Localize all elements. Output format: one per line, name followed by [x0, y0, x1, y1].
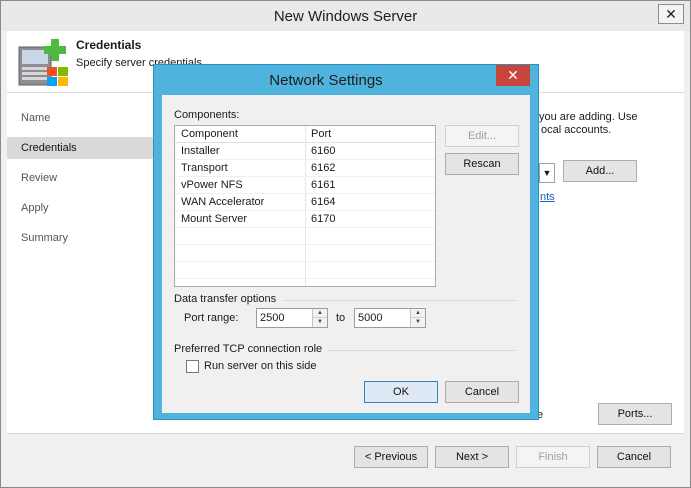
description-line-1: you are adding. Use [539, 111, 638, 123]
dialog-body: Components: Component Port Installer 616… [162, 95, 530, 413]
to-label: to [336, 312, 346, 324]
manage-accounts-link[interactable]: nts [540, 191, 555, 203]
component-cell: vPower NFS [181, 179, 243, 191]
dialog-cancel-button[interactable]: Cancel [445, 381, 519, 403]
credentials-description: you are adding. Use ocal accounts. [539, 111, 679, 137]
finish-button[interactable]: Finish [516, 446, 590, 468]
nav-item-apply[interactable]: Apply [7, 197, 171, 219]
port-cell: 6164 [311, 196, 336, 208]
data-transfer-group-label: Data transfer options [174, 293, 277, 305]
group-divider [328, 350, 516, 351]
rescan-button[interactable]: Rescan [445, 153, 519, 175]
nav-item-name[interactable]: Name [7, 107, 171, 129]
window-title: New Windows Server [273, 8, 418, 25]
add-credentials-button[interactable]: Add... [563, 160, 637, 182]
port-range-from-stepper[interactable]: 2500 ▲ ▼ [256, 308, 328, 328]
network-settings-dialog: Network Settings ✕ Components: Component… [153, 64, 539, 420]
port-cell: 6160 [311, 145, 336, 157]
component-cell: WAN Accelerator [181, 196, 265, 208]
chevron-down-icon[interactable]: ▼ [539, 163, 555, 183]
nav-item-summary[interactable]: Summary [7, 227, 171, 249]
run-server-label[interactable]: Run server on this side [204, 360, 317, 372]
dialog-close-icon[interactable]: ✕ [496, 65, 530, 86]
component-cell: Mount Server [181, 213, 248, 225]
footer-divider [7, 433, 684, 434]
previous-button[interactable]: < Previous [354, 446, 428, 468]
ports-button[interactable]: Ports... [598, 403, 672, 425]
header-title: Credentials [76, 38, 142, 52]
port-range-label: Port range: [184, 312, 239, 324]
port-cell: 6162 [311, 162, 336, 174]
wizard-steps-nav: Name Credentials Review Apply Summary [7, 93, 171, 433]
main-titlebar: New Windows Server ✕ [1, 1, 690, 31]
tcp-role-group-label: Preferred TCP connection role [174, 343, 323, 355]
table-row[interactable]: WAN Accelerator 6164 [175, 194, 435, 211]
increment-icon[interactable]: ▲ [411, 309, 425, 318]
cancel-button[interactable]: Cancel [597, 446, 671, 468]
edit-button[interactable]: Edit... [445, 125, 519, 147]
components-label: Components: [174, 109, 240, 121]
table-row[interactable]: Installer 6160 [175, 143, 435, 160]
group-divider [284, 300, 516, 301]
dialog-titlebar: Network Settings ✕ [154, 65, 538, 95]
nav-item-review[interactable]: Review [7, 167, 171, 189]
column-header-component[interactable]: Component [181, 128, 238, 140]
ok-button[interactable]: OK [364, 381, 438, 403]
empty-row [175, 228, 435, 245]
decrement-icon[interactable]: ▼ [313, 318, 327, 327]
table-row[interactable]: Mount Server 6170 [175, 211, 435, 228]
port-cell: 6170 [311, 213, 336, 225]
description-line-2: ocal accounts. [541, 124, 612, 136]
component-cell: Transport [181, 162, 228, 174]
close-icon[interactable]: ✕ [658, 4, 684, 24]
nav-item-credentials[interactable]: Credentials [7, 137, 171, 159]
table-row[interactable]: Transport 6162 [175, 160, 435, 177]
port-range-to-value: 5000 [358, 312, 383, 324]
dialog-title: Network Settings [269, 72, 383, 89]
decrement-icon[interactable]: ▼ [411, 318, 425, 327]
component-cell: Installer [181, 145, 220, 157]
server-add-icon [18, 39, 68, 86]
increment-icon[interactable]: ▲ [313, 309, 327, 318]
empty-row [175, 245, 435, 262]
port-range-from-value: 2500 [260, 312, 285, 324]
stepper-buttons: ▲ ▼ [410, 309, 425, 327]
table-row[interactable]: vPower NFS 6161 [175, 177, 435, 194]
run-server-checkbox[interactable] [186, 360, 199, 373]
stepper-buttons: ▲ ▼ [312, 309, 327, 327]
components-list[interactable]: Component Port Installer 6160 Transport … [174, 125, 436, 287]
next-button[interactable]: Next > [435, 446, 509, 468]
port-cell: 6161 [311, 179, 336, 191]
port-range-to-stepper[interactable]: 5000 ▲ ▼ [354, 308, 426, 328]
column-header-port[interactable]: Port [311, 128, 331, 140]
empty-row [175, 262, 435, 279]
